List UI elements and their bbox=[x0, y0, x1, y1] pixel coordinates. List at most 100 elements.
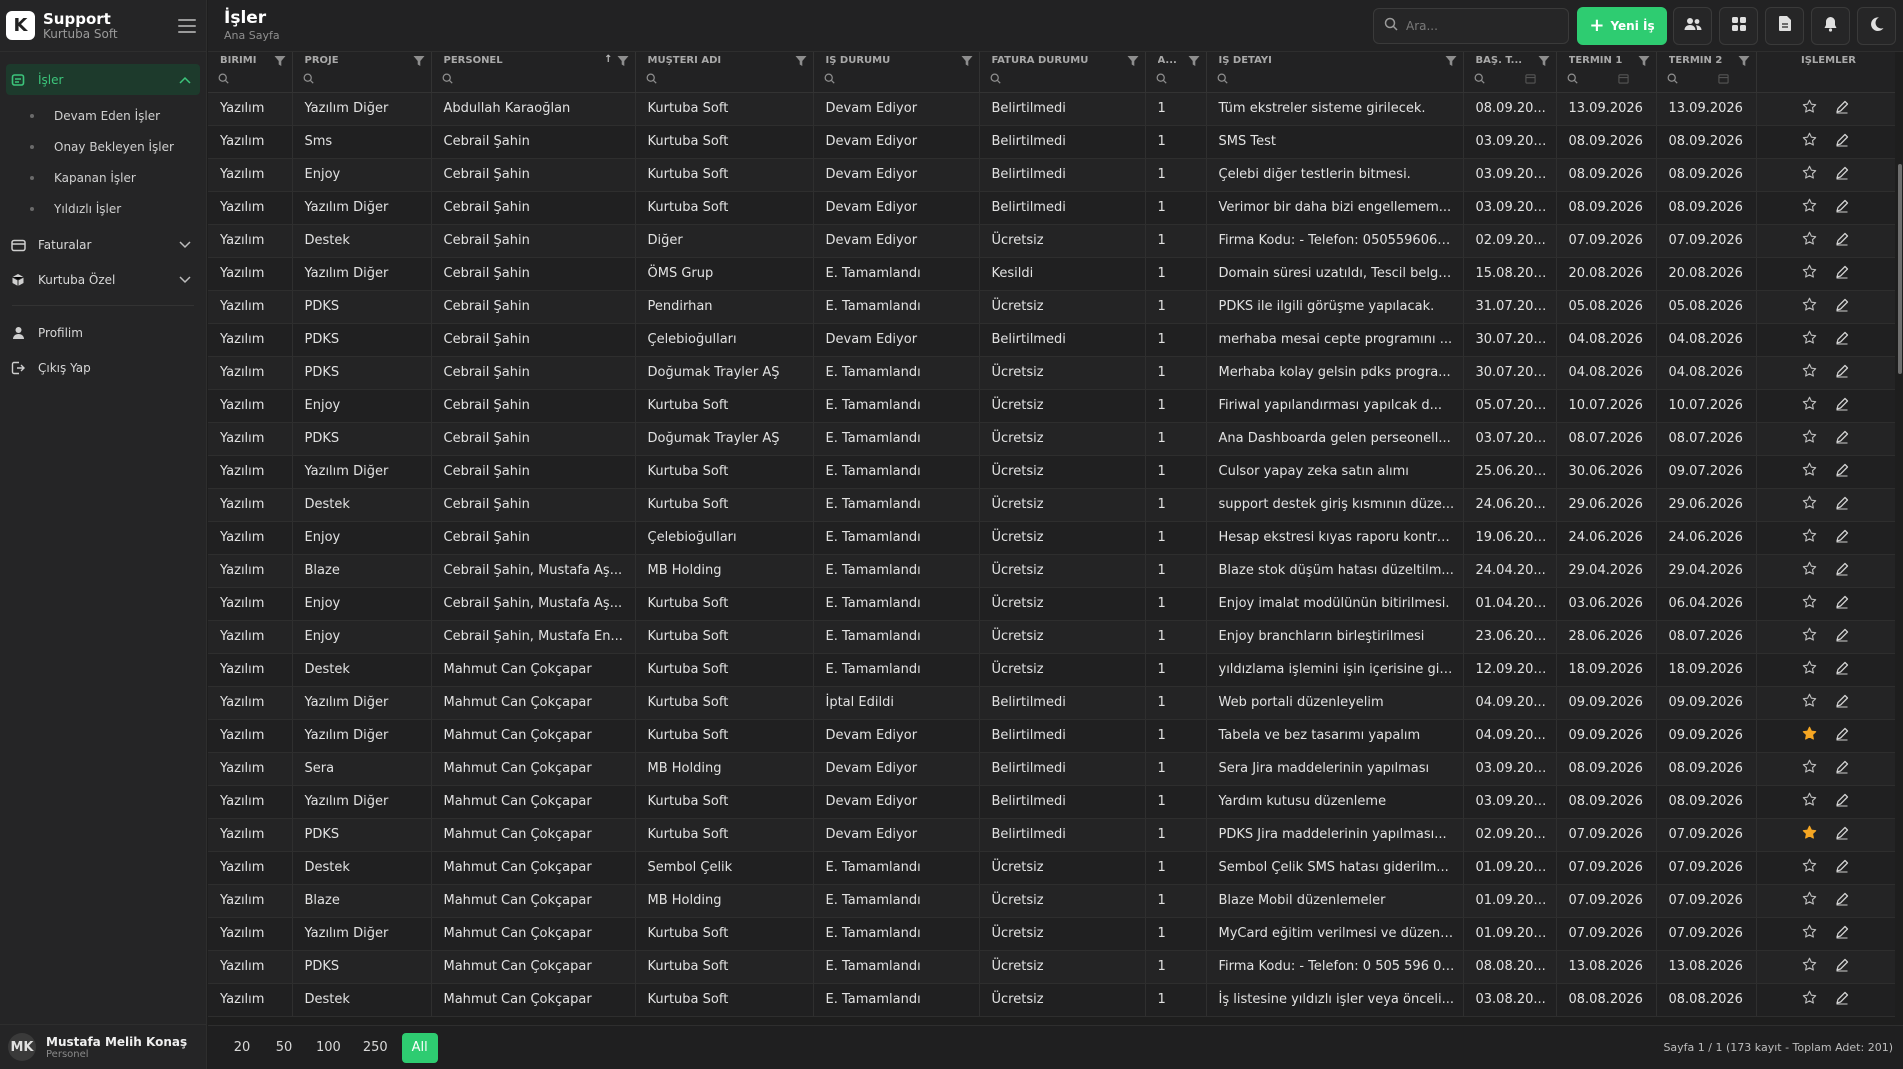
notifications-button[interactable] bbox=[1811, 6, 1850, 45]
table-row[interactable]: Yazılım Sms Cebrail Şahin Kurtuba Soft Devam… bbox=[208, 125, 1895, 159]
column-filter-cell[interactable] bbox=[979, 70, 1146, 93]
chevron-up-icon[interactable] bbox=[178, 73, 192, 87]
edit-pencil-icon[interactable] bbox=[1835, 859, 1849, 877]
edit-pencil-icon[interactable] bbox=[1835, 133, 1849, 151]
column-header[interactable]: FATURA DURUMU bbox=[979, 52, 1146, 70]
table-row[interactable]: Yazılım Destek Cebrail Şahin Kurtuba Soft E.… bbox=[208, 488, 1895, 522]
table-row[interactable]: Yazılım Blaze Cebrail Şahin, Mustafa Aş...… bbox=[208, 554, 1895, 588]
edit-pencil-icon[interactable] bbox=[1835, 364, 1849, 382]
edit-pencil-icon[interactable] bbox=[1835, 595, 1849, 613]
edit-pencil-icon[interactable] bbox=[1835, 265, 1849, 283]
edit-pencil-icon[interactable] bbox=[1835, 199, 1849, 217]
calendar-icon[interactable] bbox=[1717, 73, 1729, 88]
star-icon[interactable] bbox=[1802, 330, 1817, 349]
table-row[interactable]: Yazılım Enjoy Cebrail Şahin Çelebioğulları E… bbox=[208, 521, 1895, 555]
star-icon[interactable] bbox=[1802, 99, 1817, 118]
table-row[interactable]: Yazılım Yazılım Diğer Cebrail Şahin ÖMS Gru… bbox=[208, 257, 1895, 291]
filter-icon[interactable] bbox=[1127, 55, 1139, 67]
table-row[interactable]: Yazılım Yazılım Diğer Mahmut Can Çokçapar K… bbox=[208, 686, 1895, 720]
chevron-down-icon[interactable] bbox=[178, 273, 192, 287]
table-row[interactable]: Yazılım Yazılım Diğer Cebrail Şahin Kurtuba… bbox=[208, 191, 1895, 225]
star-icon[interactable] bbox=[1802, 132, 1817, 151]
filter-icon[interactable] bbox=[1638, 55, 1650, 67]
column-header[interactable]: TERMİN 1 bbox=[1556, 52, 1657, 70]
sidebar-item-kurtuba-ozel[interactable]: Kurtuba Özel bbox=[6, 265, 200, 295]
edit-pencil-icon[interactable] bbox=[1835, 760, 1849, 778]
star-filled-icon[interactable] bbox=[1802, 825, 1817, 844]
edit-pencil-icon[interactable] bbox=[1835, 397, 1849, 415]
sidebar-item-isler[interactable]: İşler bbox=[6, 64, 200, 95]
sidebar-item-faturalar[interactable]: Faturalar bbox=[6, 230, 200, 260]
page-size-option[interactable]: 100 bbox=[308, 1033, 349, 1063]
page-size-option[interactable]: 20 bbox=[224, 1033, 260, 1063]
page-size-option[interactable]: 50 bbox=[266, 1033, 302, 1063]
theme-toggle-button[interactable] bbox=[1857, 6, 1896, 45]
edit-pencil-icon[interactable] bbox=[1835, 991, 1849, 1009]
calendar-icon[interactable] bbox=[1524, 73, 1536, 88]
table-row[interactable]: Yazılım PDKS Cebrail Şahin Pendirhan E. Tama… bbox=[208, 290, 1895, 324]
table-row[interactable]: Yazılım Blaze Mahmut Can Çokçapar MB Holdin… bbox=[208, 884, 1895, 918]
table-row[interactable]: Yazılım Destek Mahmut Can Çokçapar Kurtuba … bbox=[208, 983, 1895, 1017]
edit-pencil-icon[interactable] bbox=[1835, 694, 1849, 712]
star-icon[interactable] bbox=[1802, 231, 1817, 250]
edit-pencil-icon[interactable] bbox=[1835, 562, 1849, 580]
edit-pencil-icon[interactable] bbox=[1835, 496, 1849, 514]
star-icon[interactable] bbox=[1802, 627, 1817, 646]
edit-pencil-icon[interactable] bbox=[1835, 166, 1849, 184]
star-icon[interactable] bbox=[1802, 363, 1817, 382]
filter-icon[interactable] bbox=[1738, 55, 1750, 67]
star-icon[interactable] bbox=[1802, 594, 1817, 613]
star-icon[interactable] bbox=[1802, 990, 1817, 1009]
star-icon[interactable] bbox=[1802, 264, 1817, 283]
star-icon[interactable] bbox=[1802, 297, 1817, 316]
star-icon[interactable] bbox=[1802, 693, 1817, 712]
chevron-down-icon[interactable] bbox=[178, 238, 192, 252]
star-icon[interactable] bbox=[1802, 165, 1817, 184]
table-row[interactable]: Yazılım Destek Mahmut Can Çokçapar Kurtuba … bbox=[208, 653, 1895, 687]
table-row[interactable]: Yazılım Yazılım Diğer Mahmut Can Çokçapar K… bbox=[208, 917, 1895, 951]
table-row[interactable]: Yazılım PDKS Cebrail Şahin Doğumak Trayler … bbox=[208, 356, 1895, 390]
column-filter-cell[interactable] bbox=[431, 70, 636, 93]
filter-icon[interactable] bbox=[413, 55, 425, 67]
edit-pencil-icon[interactable] bbox=[1835, 628, 1849, 646]
star-icon[interactable] bbox=[1802, 495, 1817, 514]
sidebar-subitem-onay-bekleyen[interactable]: Onay Bekleyen İşler bbox=[0, 131, 206, 162]
edit-pencil-icon[interactable] bbox=[1835, 463, 1849, 481]
filter-icon[interactable] bbox=[1538, 55, 1550, 67]
page-size-option[interactable]: All bbox=[401, 1032, 438, 1063]
column-header[interactable]: PERSONEL ↑ bbox=[431, 52, 636, 70]
column-filter-cell[interactable] bbox=[1206, 70, 1464, 93]
filter-icon[interactable] bbox=[961, 55, 973, 67]
table-row[interactable]: Yazılım Destek Mahmut Can Çokçapar Sembol Ç… bbox=[208, 851, 1895, 885]
column-filter-cell[interactable] bbox=[1463, 70, 1557, 93]
edit-pencil-icon[interactable] bbox=[1835, 100, 1849, 118]
sidebar-subitem-kapanan[interactable]: Kapanan İşler bbox=[0, 162, 206, 193]
column-filter-cell[interactable] bbox=[1656, 70, 1757, 93]
column-header[interactable]: İŞ DURUMU bbox=[813, 52, 980, 70]
table-row[interactable]: Yazılım Yazılım Diğer Mahmut Can Çokçapar K… bbox=[208, 785, 1895, 819]
table-row[interactable]: Yazılım Sera Mahmut Can Çokçapar MB Holding… bbox=[208, 752, 1895, 786]
edit-pencil-icon[interactable] bbox=[1835, 793, 1849, 811]
column-filter-cell[interactable] bbox=[813, 70, 980, 93]
edit-pencil-icon[interactable] bbox=[1835, 529, 1849, 547]
edit-pencil-icon[interactable] bbox=[1835, 661, 1849, 679]
table-row[interactable]: Yazılım Enjoy Cebrail Şahin, Mustafa Aş...… bbox=[208, 587, 1895, 621]
column-filter-cell[interactable] bbox=[1145, 70, 1207, 93]
page-size-option[interactable]: 250 bbox=[355, 1033, 396, 1063]
edit-pencil-icon[interactable] bbox=[1835, 430, 1849, 448]
document-button[interactable] bbox=[1765, 6, 1804, 45]
new-job-button[interactable]: + Yeni İş bbox=[1577, 6, 1667, 45]
search-box[interactable] bbox=[1373, 7, 1569, 44]
edit-pencil-icon[interactable] bbox=[1835, 331, 1849, 349]
star-icon[interactable] bbox=[1802, 660, 1817, 679]
sidebar-item-cikis-yap[interactable]: Çıkış Yap bbox=[6, 353, 200, 383]
edit-pencil-icon[interactable] bbox=[1835, 727, 1849, 745]
table-row[interactable]: Yazılım Enjoy Cebrail Şahin Kurtuba Soft Dev… bbox=[208, 158, 1895, 192]
sidebar-item-profilim[interactable]: Profilim bbox=[6, 318, 200, 348]
star-icon[interactable] bbox=[1802, 561, 1817, 580]
table-row[interactable]: Yazılım PDKS Mahmut Can Çokçapar Kurtuba So… bbox=[208, 950, 1895, 984]
star-icon[interactable] bbox=[1802, 462, 1817, 481]
table-row[interactable]: Yazılım Enjoy Cebrail Şahin, Mustafa En...… bbox=[208, 620, 1895, 654]
edit-pencil-icon[interactable] bbox=[1835, 925, 1849, 943]
star-icon[interactable] bbox=[1802, 858, 1817, 877]
